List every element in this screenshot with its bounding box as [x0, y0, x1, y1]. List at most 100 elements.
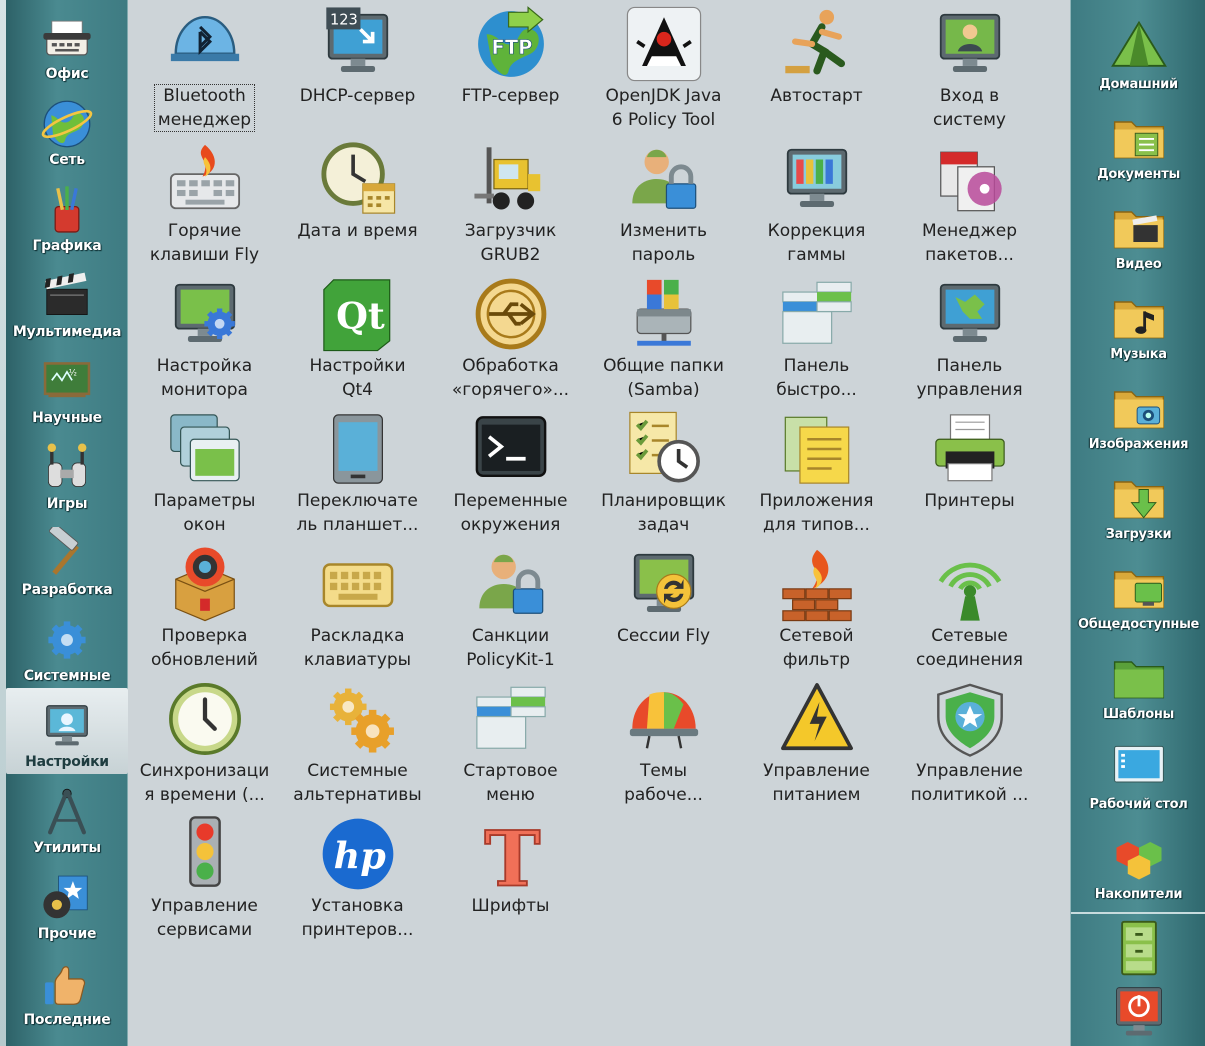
home-tent-icon [1109, 17, 1169, 77]
app-wireless-antenna[interactable]: Сетевые соединения [893, 544, 1046, 679]
filing-cabinet-button[interactable] [1109, 920, 1169, 980]
app-label: Синхронизаци я времени (... [139, 761, 270, 805]
app-control-panel-monitor[interactable]: Панель управления [893, 274, 1046, 409]
place-desktop[interactable]: Рабочий стол [1071, 726, 1205, 816]
app-quick-panel[interactable]: Панель быстро... [740, 274, 893, 409]
category-disc-star[interactable]: Прочие [6, 860, 128, 946]
category-chalkboard[interactable]: ½ Научные [6, 344, 128, 430]
app-policy-shield[interactable]: Управление политикой ... [893, 679, 1046, 814]
place-label: Загрузки [1105, 527, 1172, 542]
templates-folder-icon [1109, 647, 1169, 707]
app-label: Переключате ль планшет... [296, 491, 419, 535]
app-label: Системные альтернативы [293, 761, 422, 805]
app-label: Управление сервисами [151, 896, 258, 940]
app-font-t[interactable]: T Шрифты [434, 814, 587, 949]
app-package-manager[interactable]: Менеджер пакетов... [893, 139, 1046, 274]
category-gamepad[interactable]: Игры [6, 430, 128, 516]
drives-cubes-icon [1109, 827, 1169, 887]
app-hotkeys-keyboard[interactable]: Горячие клавиши Fly [128, 139, 281, 274]
place-video-folder[interactable]: Видео [1071, 186, 1205, 276]
app-policykit-user-lock[interactable]: Санкции PolicyKit-1 [434, 544, 587, 679]
category-label: Научные [32, 410, 102, 426]
app-windows-stack[interactable]: Параметры окон [128, 409, 281, 544]
place-drives-cubes[interactable]: Накопители [1071, 816, 1205, 906]
place-documents-folder[interactable]: Документы [1071, 96, 1205, 186]
app-runner[interactable]: Автостарт [740, 4, 893, 139]
hp-logo-icon: hp [318, 814, 398, 894]
app-update-box[interactable]: Проверка обновлений [128, 544, 281, 679]
category-brushes-cup[interactable]: Графика [6, 172, 128, 258]
app-label: Управление питанием [763, 761, 870, 805]
app-start-menu[interactable]: Стартовое меню [434, 679, 587, 814]
app-label: Переменные окружения [453, 491, 568, 535]
place-public-folder[interactable]: Общедоступные [1071, 546, 1205, 636]
shutdown-button[interactable] [1109, 984, 1169, 1044]
traffic-light-icon [165, 814, 245, 894]
app-java-duke[interactable]: OpenJDK Java 6 Policy Tool [587, 4, 740, 139]
app-usb-circle[interactable]: Обработка «горячего»... [434, 274, 587, 409]
category-gear[interactable]: Системные [6, 602, 128, 688]
monitor-gear-icon [165, 274, 245, 354]
app-bluetooth-helmet[interactable]: Bluetooth менеджер [128, 4, 281, 139]
category-globe[interactable]: Сеть [6, 86, 128, 172]
app-user-lock[interactable]: Изменить пароль [587, 139, 740, 274]
place-templates-folder[interactable]: Шаблоны [1071, 636, 1205, 726]
app-login-monitor[interactable]: Вход в систему [893, 4, 1046, 139]
app-label: DHCP-сервер [299, 86, 416, 106]
app-firewall[interactable]: Сетевой фильтр [740, 544, 893, 679]
place-music-folder[interactable]: Музыка [1071, 276, 1205, 366]
app-qt-logo[interactable]: Qt Настройки Qt4 [281, 274, 434, 409]
terminal-icon [471, 409, 551, 489]
qt-logo-icon: Qt [318, 274, 398, 354]
category-typewriter[interactable]: Офис [6, 0, 128, 86]
policy-shield-icon [930, 679, 1010, 759]
app-task-scheduler[interactable]: Планировщик задач [587, 409, 740, 544]
category-clapperboard[interactable]: Мультимедиа [6, 258, 128, 344]
svg-text:123: 123 [329, 12, 357, 29]
app-document-types[interactable]: Приложения для типов... [740, 409, 893, 544]
app-gamma-monitor[interactable]: Коррекция гаммы [740, 139, 893, 274]
app-gears[interactable]: Системные альтернативы [281, 679, 434, 814]
place-home-tent[interactable]: Домашний [1071, 6, 1205, 96]
app-dhcp-monitor[interactable]: 123 DHCP-сервер [281, 4, 434, 139]
app-keyboard[interactable]: Раскладка клавиатуры [281, 544, 434, 679]
policykit-user-lock-icon [471, 544, 551, 624]
app-label: Параметры окон [153, 491, 256, 535]
svg-text:½: ½ [69, 367, 77, 377]
app-tablet[interactable]: Переключате ль планшет... [281, 409, 434, 544]
app-traffic-light[interactable]: Управление сервисами [128, 814, 281, 949]
category-compass[interactable]: Утилиты [6, 774, 128, 860]
samba-share-icon [624, 274, 704, 354]
app-ftp-globe[interactable]: FTP FTP-сервер [434, 4, 587, 139]
category-monitor-settings[interactable]: Настройки [6, 688, 128, 774]
app-label: Темы рабоче... [624, 761, 703, 805]
package-manager-icon [930, 139, 1010, 219]
app-power-warning[interactable]: Управление питанием [740, 679, 893, 814]
category-hammer[interactable]: Разработка [6, 516, 128, 602]
documents-folder-icon [1109, 107, 1169, 167]
images-folder-icon [1109, 377, 1169, 437]
app-sessions-monitor[interactable]: Сессии Fly [587, 544, 740, 679]
user-lock-icon [624, 139, 704, 219]
usb-circle-icon [471, 274, 551, 354]
app-themes-helmet[interactable]: Темы рабоче... [587, 679, 740, 814]
place-downloads-folder[interactable]: Загрузки [1071, 456, 1205, 546]
app-label: Планировщик задач [601, 491, 726, 535]
app-samba-share[interactable]: Общие папки (Samba) [587, 274, 740, 409]
app-forklift[interactable]: Загрузчик GRUB2 [434, 139, 587, 274]
app-clock-calendar[interactable]: Дата и время [281, 139, 434, 274]
app-label: Общие папки (Samba) [603, 356, 724, 400]
app-terminal[interactable]: Переменные окружения [434, 409, 587, 544]
clock-icon [165, 679, 245, 759]
category-thumbs-up[interactable]: Последние [6, 946, 128, 1032]
runner-icon [777, 4, 857, 84]
app-clock[interactable]: Синхронизаци я времени (... [128, 679, 281, 814]
app-monitor-gear[interactable]: Настройка монитора [128, 274, 281, 409]
app-printer[interactable]: Принтеры [893, 409, 1046, 544]
quick-panel-icon [777, 274, 857, 354]
place-images-folder[interactable]: Изображения [1071, 366, 1205, 456]
app-label: Установка принтеров... [301, 896, 414, 940]
power-warning-icon [777, 679, 857, 759]
place-label: Видео [1115, 257, 1162, 272]
app-hp-logo[interactable]: hp Установка принтеров... [281, 814, 434, 949]
